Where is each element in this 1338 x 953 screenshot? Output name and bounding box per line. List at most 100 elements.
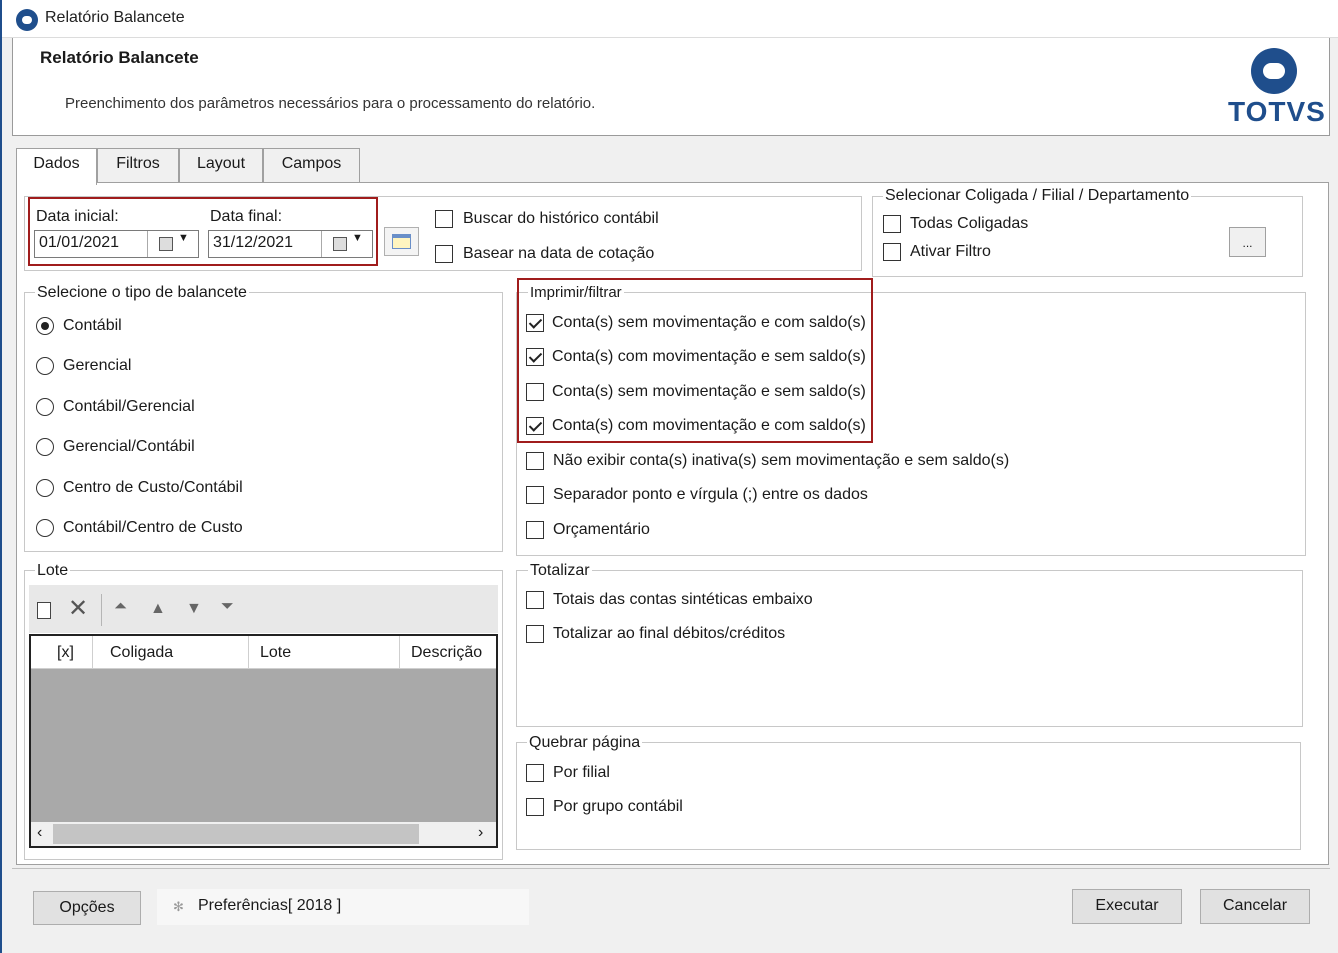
com-mov-sem-saldo-checkbox[interactable] xyxy=(526,348,544,366)
toolbar-separator xyxy=(101,594,102,626)
page-title: Relatório Balancete xyxy=(40,48,199,67)
preferencias-label: Preferências[ 2018 ] xyxy=(198,897,342,914)
executar-button[interactable]: Executar xyxy=(1072,889,1182,924)
por-filial-checkbox[interactable] xyxy=(526,764,544,782)
por-grupo-label: Por grupo contábil xyxy=(553,798,683,815)
todas-coligadas-label: Todas Coligadas xyxy=(910,215,1029,232)
radio-centro-custo-contabil[interactable] xyxy=(36,479,54,497)
tab-layout[interactable]: Layout xyxy=(179,148,263,183)
com-mov-sem-saldo-label: Conta(s) com movimentação e sem saldo(s) xyxy=(552,348,866,365)
nao-exibir-inativas-checkbox[interactable] xyxy=(526,452,544,470)
scroll-left-icon[interactable]: ‹ xyxy=(37,824,42,842)
radio-gerencial-contabil[interactable] xyxy=(36,438,54,456)
totvs-logo-text: TOTVS xyxy=(1228,96,1326,127)
move-up-icon[interactable]: ▲ xyxy=(150,601,166,617)
ativar-filtro-checkbox[interactable] xyxy=(883,243,901,261)
cancelar-button[interactable]: Cancelar xyxy=(1200,889,1310,924)
col-header-coligada[interactable]: Coligada xyxy=(110,637,173,669)
buscar-historico-label: Buscar do histórico contábil xyxy=(463,210,659,227)
tab-campos[interactable]: Campos xyxy=(263,148,360,183)
end-date-label: Data final: xyxy=(210,208,283,225)
chevron-down-icon[interactable]: ▼ xyxy=(178,232,189,244)
gear-icon: ✻ xyxy=(173,899,184,914)
page-description: Preenchimento dos parâmetros necessários… xyxy=(65,95,596,112)
start-date-value: 01/01/2021 xyxy=(39,234,120,251)
orcamentario-label: Orçamentário xyxy=(553,521,650,538)
dialog-header xyxy=(12,38,1330,136)
sem-mov-com-saldo-label: Conta(s) sem movimentação e com saldo(s) xyxy=(552,314,866,331)
imprimir-group-title: Imprimir/filtrar xyxy=(528,284,624,301)
totvs-logo-icon xyxy=(1251,48,1297,94)
buscar-historico-checkbox[interactable] xyxy=(435,210,453,228)
por-filial-label: Por filial xyxy=(553,764,610,781)
totalizar-final-label: Totalizar ao final débitos/créditos xyxy=(553,625,786,642)
delete-icon[interactable]: ✕ xyxy=(68,597,88,621)
start-date-field[interactable]: 01/01/2021 ▼ xyxy=(34,230,199,258)
radio-gerencial[interactable] xyxy=(36,357,54,375)
totalizar-final-checkbox[interactable] xyxy=(526,625,544,643)
totais-sinteticas-checkbox[interactable] xyxy=(526,591,544,609)
radio-contabil-gerencial-label: Contábil/Gerencial xyxy=(63,398,195,415)
tipo-balancete-title: Selecione o tipo de balancete xyxy=(35,284,249,302)
move-bottom-icon[interactable]: ⏷ xyxy=(221,599,234,615)
start-date-label: Data inicial: xyxy=(36,208,119,225)
radio-contabil-label: Contábil xyxy=(63,317,122,334)
radio-contabil[interactable] xyxy=(36,317,54,335)
totais-sinteticas-label: Totais das contas sintéticas embaixo xyxy=(553,591,813,608)
separador-checkbox[interactable] xyxy=(526,486,544,504)
com-mov-com-saldo-label: Conta(s) com movimentação e com saldo(s) xyxy=(552,417,866,434)
scroll-right-icon[interactable]: › xyxy=(478,824,483,842)
sem-mov-com-saldo-checkbox[interactable] xyxy=(526,314,544,332)
totalizar-group-title: Totalizar xyxy=(528,562,592,580)
preferencias-link[interactable]: ✻ Preferências[ 2018 ] xyxy=(157,889,529,925)
move-down-icon[interactable]: ▼ xyxy=(186,601,202,617)
basear-cotacao-checkbox[interactable] xyxy=(435,245,453,263)
window-left-border xyxy=(0,0,2,953)
por-grupo-checkbox[interactable] xyxy=(526,798,544,816)
col-divider xyxy=(92,636,93,669)
app-icon xyxy=(16,9,38,31)
radio-gerencial-contabil-label: Gerencial/Contábil xyxy=(63,438,195,455)
new-icon[interactable] xyxy=(37,602,51,619)
todas-coligadas-checkbox[interactable] xyxy=(883,215,901,233)
start-date-divider xyxy=(147,231,148,257)
orcamentario-checkbox[interactable] xyxy=(526,521,544,539)
coligada-group-title: Selecionar Coligada / Filial / Departame… xyxy=(883,187,1192,205)
scrollbar-thumb[interactable] xyxy=(53,824,419,844)
quebrar-group xyxy=(516,742,1301,850)
window-title: Relatório Balancete xyxy=(45,9,185,26)
com-mov-com-saldo-checkbox[interactable] xyxy=(526,417,544,435)
calendar-picker-button[interactable] xyxy=(384,227,419,256)
radio-gerencial-label: Gerencial xyxy=(63,357,132,374)
radio-contabil-gerencial[interactable] xyxy=(36,398,54,416)
nao-exibir-inativas-label: Não exibir conta(s) inativa(s) sem movim… xyxy=(553,452,1010,469)
move-top-icon[interactable]: ⏶ xyxy=(114,599,127,615)
tab-filtros[interactable]: Filtros xyxy=(97,148,179,183)
end-date-field[interactable]: 31/12/2021 ▼ xyxy=(208,230,373,258)
end-date-value: 31/12/2021 xyxy=(213,234,294,251)
chevron-down-icon[interactable]: ▼ xyxy=(352,232,363,244)
ativar-filtro-label: Ativar Filtro xyxy=(910,243,991,260)
lote-toolbar xyxy=(29,585,498,633)
quebrar-group-title: Quebrar página xyxy=(527,734,643,752)
radio-centro-custo-contabil-label: Centro de Custo/Contábil xyxy=(63,479,243,496)
sem-mov-sem-saldo-checkbox[interactable] xyxy=(526,383,544,401)
calendar-icon[interactable] xyxy=(159,237,173,251)
basear-cotacao-label: Basear na data de cotação xyxy=(463,245,655,262)
col-header-lote[interactable]: Lote xyxy=(260,637,291,669)
radio-contabil-centro-custo[interactable] xyxy=(36,519,54,537)
lote-group-title: Lote xyxy=(35,562,71,580)
radio-contabil-centro-custo-label: Contábil/Centro de Custo xyxy=(63,519,243,536)
calendar-icon[interactable] xyxy=(333,237,347,251)
title-bar xyxy=(2,0,1338,38)
col-header-descricao[interactable]: Descrição xyxy=(411,637,482,669)
coligada-ellipsis-button[interactable]: ... xyxy=(1229,227,1266,257)
end-date-divider xyxy=(321,231,322,257)
calendar-header-icon xyxy=(392,234,411,238)
col-header-select[interactable]: [x] xyxy=(57,637,74,669)
separador-label: Separador ponto e vírgula (;) entre os d… xyxy=(553,486,868,503)
tab-dados[interactable]: Dados xyxy=(16,148,97,185)
sem-mov-sem-saldo-label: Conta(s) sem movimentação e sem saldo(s) xyxy=(552,383,866,400)
opcoes-button[interactable]: Opções xyxy=(33,891,141,925)
col-divider xyxy=(248,636,249,669)
